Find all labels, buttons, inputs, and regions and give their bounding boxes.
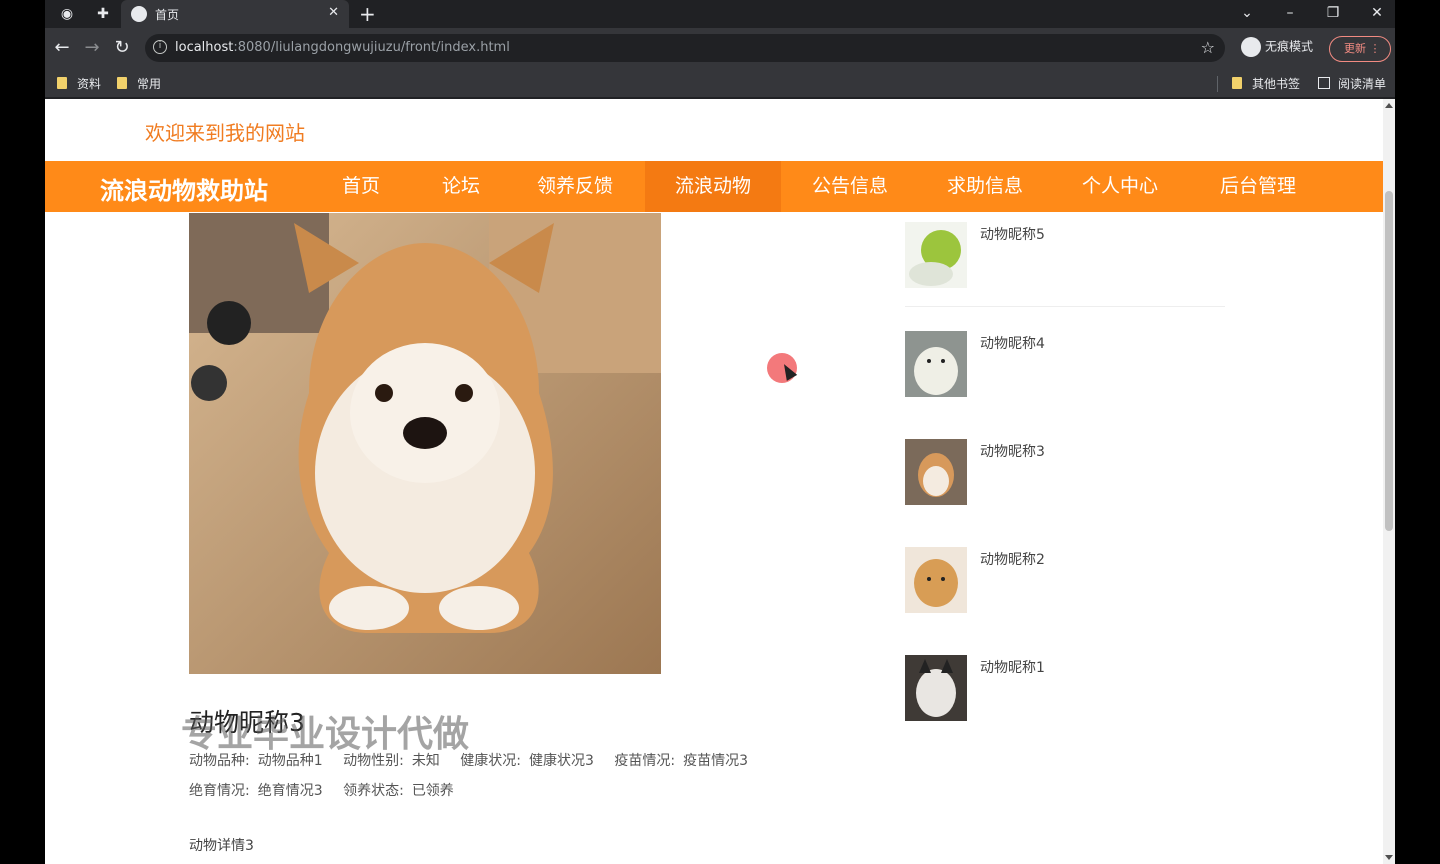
scrollbar-thumb[interactable] — [1385, 191, 1393, 531]
address-bar[interactable]: i localhost:8080/liulangdongwujiuzu/fron… — [145, 34, 1225, 62]
nav-item-admin[interactable]: 后台管理 — [1203, 161, 1313, 212]
nav-item-help[interactable]: 求助信息 — [930, 161, 1040, 212]
puppy-image — [905, 547, 967, 613]
new-tab-button[interactable]: + — [359, 2, 376, 26]
bookmarks-bar: 资料 常用 其他书签 阅读清单 — [45, 68, 1395, 98]
list-item[interactable]: 动物昵称1 — [905, 655, 1225, 725]
divider — [1217, 76, 1218, 92]
info-row-2: 绝育情况: 绝育情况3 领养状态: 已领养 — [189, 783, 454, 799]
scroll-up-icon[interactable] — [1385, 103, 1393, 108]
other-bookmarks[interactable]: 其他书签 — [1232, 75, 1300, 92]
url-text: localhost:8080/liulangdongwujiuzu/front/… — [175, 40, 510, 55]
green-bird-image — [905, 222, 967, 288]
forward-button[interactable]: → — [80, 36, 104, 60]
info-icon[interactable]: i — [153, 40, 167, 54]
animal-thumbnail[interactable] — [905, 655, 967, 721]
animal-details: 动物详情3 — [189, 838, 254, 854]
info-row-1: 动物品种: 动物品种1 动物性别: 未知 健康状况: 健康状况3 疫苗情况: 疫苗情况3 — [189, 753, 748, 769]
star-icon[interactable]: ☆ — [1201, 38, 1215, 57]
minimize-button[interactable]: – — [1275, 2, 1305, 24]
nav-item-stray-animals[interactable]: 流浪动物 — [645, 161, 781, 212]
folder-icon — [117, 77, 127, 89]
back-button[interactable]: ← — [50, 36, 74, 60]
white-bear-image — [905, 331, 967, 397]
bookmark-folder[interactable]: 资料 — [57, 75, 101, 92]
list-item[interactable]: 动物昵称4 — [905, 331, 1225, 401]
browser-toolbar: ← → ↻ i localhost:8080/liulangdongwujiuz… — [45, 28, 1395, 68]
nav-item-forum[interactable]: 论坛 — [425, 161, 497, 212]
folder-icon — [1232, 77, 1242, 89]
welcome-text: 欢迎来到我的网站 — [145, 121, 305, 145]
scroll-down-icon[interactable] — [1385, 855, 1393, 860]
bookmark-folder[interactable]: 常用 — [117, 75, 161, 92]
nav-item-home[interactable]: 首页 — [325, 161, 397, 212]
divider — [905, 306, 1225, 307]
nav-item-adoption-feedback[interactable]: 领养反馈 — [520, 161, 630, 212]
page-viewport: 欢迎来到我的网站 流浪动物救助站 首页 论坛 领养反馈 流浪动物 公告信息 求助… — [45, 99, 1395, 864]
reading-list-icon — [1318, 77, 1330, 89]
animal-name[interactable]: 动物昵称5 — [980, 224, 1045, 244]
nav-item-profile[interactable]: 个人中心 — [1065, 161, 1175, 212]
globe-icon[interactable]: ◉ — [57, 4, 77, 24]
cat-image — [905, 655, 967, 721]
animal-photo — [189, 213, 661, 674]
globe-icon — [131, 6, 147, 22]
incognito-icon — [1241, 37, 1261, 57]
restore-button[interactable]: ❐ — [1318, 2, 1348, 24]
list-item[interactable]: 动物昵称3 — [905, 439, 1225, 509]
reload-button[interactable]: ↻ — [110, 36, 134, 60]
incognito-profile[interactable]: 无痕模式 — [1241, 37, 1313, 57]
extension-icon[interactable]: ✚ — [93, 4, 113, 24]
nav-item-notices[interactable]: 公告信息 — [795, 161, 905, 212]
close-icon[interactable]: ✕ — [328, 5, 339, 20]
animal-thumbnail[interactable] — [905, 331, 967, 397]
browser-window: ◉ ✚ 首页 ✕ + ⌄ – ❐ ✕ ← → ↻ i localhost:808… — [45, 0, 1395, 864]
close-window-button[interactable]: ✕ — [1362, 2, 1392, 24]
site-navbar: 流浪动物救助站 首页 论坛 领养反馈 流浪动物 公告信息 求助信息 个人中心 后… — [45, 161, 1383, 212]
chevron-down-icon[interactable]: ⌄ — [1232, 2, 1262, 24]
update-button[interactable]: 更新 ⋮ — [1329, 36, 1391, 62]
animal-thumbnail[interactable] — [905, 439, 967, 505]
tab-home[interactable]: 首页 ✕ — [121, 0, 349, 28]
folder-icon — [57, 77, 67, 89]
animal-thumbnail[interactable] — [905, 222, 967, 288]
tab-title: 首页 — [155, 8, 180, 22]
animal-name[interactable]: 动物昵称2 — [980, 549, 1045, 569]
list-item[interactable]: 动物昵称5 — [905, 222, 1225, 292]
list-item[interactable]: 动物昵称2 — [905, 547, 1225, 617]
animal-name[interactable]: 动物昵称3 — [980, 441, 1045, 461]
shiba-dog-image — [189, 213, 661, 674]
site-brand[interactable]: 流浪动物救助站 — [100, 171, 268, 206]
tab-strip: ◉ ✚ 首页 ✕ + ⌄ – ❐ ✕ — [45, 0, 1395, 28]
animal-name[interactable]: 动物昵称4 — [980, 333, 1045, 353]
reading-list[interactable]: 阅读清单 — [1318, 75, 1386, 92]
shiba-image — [905, 439, 967, 505]
animal-thumbnail[interactable] — [905, 547, 967, 613]
page-scrollbar[interactable] — [1383, 99, 1395, 864]
animal-name[interactable]: 动物昵称1 — [980, 657, 1045, 677]
